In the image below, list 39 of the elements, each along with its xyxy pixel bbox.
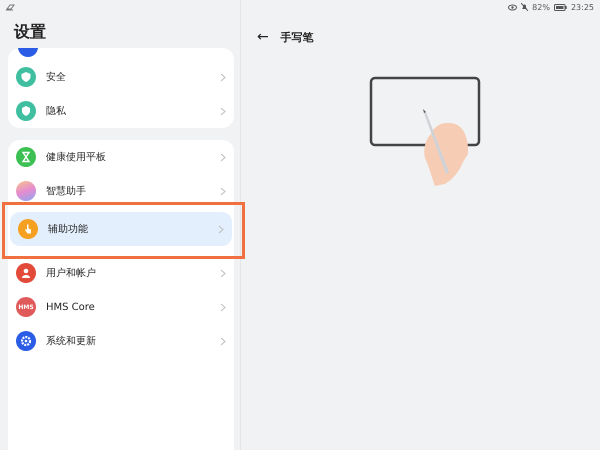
settings-icon — [20, 335, 32, 347]
chevron-icon — [220, 72, 226, 82]
item-label: 安全 — [46, 70, 67, 84]
pointing-hand-icon — [22, 223, 34, 235]
person-icon — [20, 267, 32, 279]
chevron-icon — [220, 302, 226, 312]
chevron-icon — [220, 106, 226, 116]
settings-item[interactable]: 安全 — [8, 60, 234, 94]
eye-icon — [508, 4, 518, 10]
settings-item[interactable]: 用户和帐户 — [8, 256, 234, 290]
settings-item[interactable]: 隐私 — [8, 94, 234, 128]
chevron-icon — [218, 224, 224, 234]
item-label: 系统和更新 — [46, 334, 97, 348]
shield-lock-icon — [20, 105, 32, 117]
detail-title: 手写笔 — [280, 30, 314, 44]
back-button[interactable]: ← — [257, 29, 269, 45]
settings-item[interactable]: 系统和更新 — [8, 324, 234, 358]
shield-icon — [20, 71, 32, 83]
settings-item[interactable]: 智慧助手 — [8, 174, 234, 208]
clock-time: 23:25 — [570, 2, 594, 12]
item-label: 隐私 — [46, 105, 67, 118]
chevron-icon — [220, 336, 226, 346]
page-title: 设置 — [12, 21, 47, 43]
battery-percent: 82% — [532, 2, 550, 12]
chevron-icon — [220, 186, 226, 196]
assistant-orb-icon — [16, 181, 36, 201]
item-label: 辅助功能 — [48, 222, 89, 236]
hourglass-icon — [20, 151, 32, 163]
settings-item[interactable]: 辅助功能 — [10, 212, 232, 246]
chevron-icon — [220, 152, 226, 162]
item-label: 智慧助手 — [46, 184, 87, 198]
battery-icon — [554, 4, 567, 10]
notification-icon — [6, 4, 15, 10]
item-label: 用户和帐户 — [46, 266, 97, 280]
item-label: HMS Core — [46, 302, 96, 312]
mute-bell-icon — [521, 3, 528, 11]
settings-item[interactable]: 健康使用平板 — [8, 140, 234, 174]
chevron-icon — [220, 268, 226, 278]
item-label: 健康使用平板 — [46, 150, 107, 164]
